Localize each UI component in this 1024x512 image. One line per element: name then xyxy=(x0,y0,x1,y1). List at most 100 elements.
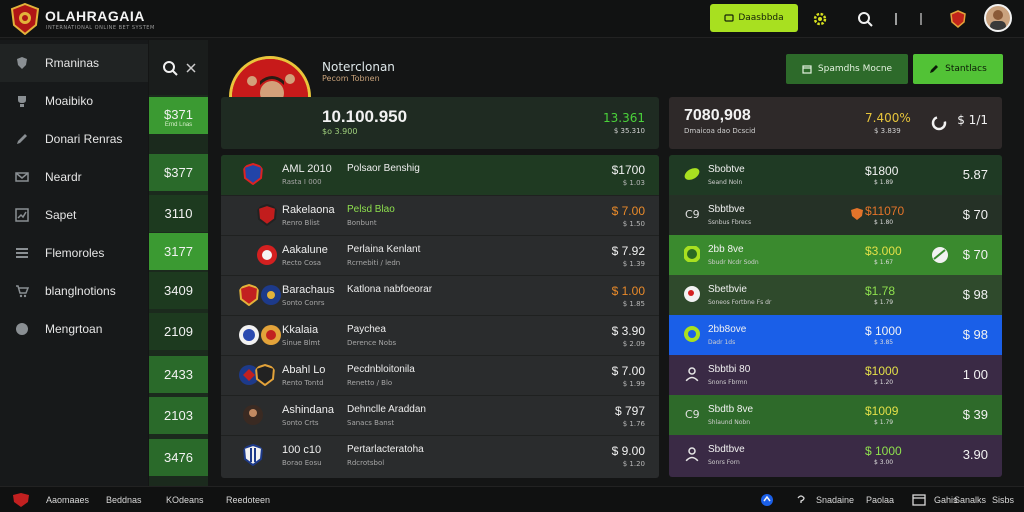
market-value[interactable]: $ 98 xyxy=(963,287,988,302)
calendar-icon[interactable] xyxy=(912,493,926,506)
footer-link[interactable]: Sanalks xyxy=(954,495,986,505)
sidebar-item-label: blanglnotions xyxy=(45,284,116,298)
match-odd[interactable]: $ 797 xyxy=(615,404,645,418)
market-odd[interactable]: $1000 xyxy=(865,364,898,378)
odds-cell[interactable]: $377 xyxy=(149,154,208,191)
sidebar-item-6[interactable]: Flemoroles xyxy=(0,234,148,272)
top-bar: OLAHRAGAIA INTERNATIONAL ONLINE BET SYST… xyxy=(0,0,1024,38)
refresh-icon[interactable] xyxy=(931,115,947,131)
user-avatar[interactable] xyxy=(984,4,1012,32)
help-icon[interactable] xyxy=(796,494,806,506)
market-odd[interactable]: $ 1000 xyxy=(865,444,902,458)
team-badge-icon xyxy=(238,284,260,306)
list-item[interactable]: C9 Sbdtb 8ve Shlaund Nobn $1009 $ 1.79 $… xyxy=(669,395,1002,435)
odds-cell[interactable]: 2103 xyxy=(149,397,208,434)
bell-icon[interactable] xyxy=(911,9,931,29)
table-row[interactable]: Kkalaia Sinue Blmt Paychea Derence Nobs … xyxy=(221,315,659,355)
ball-icon xyxy=(932,247,948,263)
sidebar-item-1[interactable]: Rmaninas xyxy=(0,44,148,82)
market-value[interactable]: $ 70 xyxy=(963,207,988,222)
list-icon xyxy=(16,248,28,258)
market-odd[interactable]: $1009 xyxy=(865,404,898,418)
top-action-button[interactable]: Daasbbda xyxy=(710,4,798,32)
odds-cell[interactable]: 3177 xyxy=(149,233,208,270)
table-row[interactable]: Aakalune Recto Cosa Perlaina Kenlant Rcr… xyxy=(221,235,659,275)
club-crest-icon[interactable] xyxy=(948,9,968,29)
market-value[interactable]: 1 00 xyxy=(963,367,988,382)
search-bar[interactable] xyxy=(149,40,208,95)
odds-cell[interactable]: 2109 xyxy=(149,313,208,350)
market-odd[interactable]: $ 1000 xyxy=(865,324,902,338)
table-row[interactable]: AML 2010 Rasta I 000 Polsaor Benshig $17… xyxy=(221,155,659,195)
list-item[interactable]: Sbdtbve Sonrs Forn $ 1000 $ 3.00 3.90 xyxy=(669,435,1002,477)
profile-name: Noterclonan xyxy=(322,60,395,74)
footer-link[interactable]: Beddnas xyxy=(106,495,142,505)
summary-sub: Dmaicoa dao Dcscid xyxy=(684,127,756,135)
list-item[interactable]: Sbobtve Seand Noln $1800 $ 1.89 5.87 xyxy=(669,155,1002,195)
match-odd[interactable]: $ 9.00 xyxy=(612,444,645,458)
market-odd[interactable]: $1800 xyxy=(865,164,898,178)
close-icon[interactable] xyxy=(185,62,196,73)
footer-link[interactable]: Snadaine xyxy=(816,495,854,505)
sidebar-item-label: Neardr xyxy=(45,170,82,184)
settings-gear-icon[interactable] xyxy=(810,9,830,29)
match-detail: Polsaor Benshig xyxy=(347,163,420,174)
balance-sub: $o 3.900 xyxy=(322,127,358,136)
market-value[interactable]: $ 98 xyxy=(963,327,988,342)
team-sub: Sinue Blmt xyxy=(282,339,321,347)
footer-link[interactable]: Aaomaaes xyxy=(46,495,89,505)
primary-action-button[interactable]: Stantlacs xyxy=(913,54,1003,84)
sidebar-item-4[interactable]: Neardr xyxy=(0,158,148,196)
table-row[interactable]: Barachaus Sonto Conrs Katlona nabfoeorar… xyxy=(221,275,659,315)
list-item[interactable]: Sbetbvie Soneos Fortbne Fs dr $1.78 $ 1.… xyxy=(669,275,1002,315)
sidebar-item-7[interactable]: blanglnotions xyxy=(0,272,148,310)
odds-cell[interactable]: 3476 xyxy=(149,439,208,476)
footer-link[interactable]: Reedoteen xyxy=(226,495,270,505)
table-row[interactable]: Rakelaona Renro Blist Pelsd Blao Bonbunt… xyxy=(221,195,659,235)
globe-icon xyxy=(16,323,28,335)
search-icon[interactable] xyxy=(855,9,875,29)
list-item[interactable]: C9 Sbbtbve Ssnbus Fbrecs $11070 $ 1.80 $… xyxy=(669,195,1002,235)
sidebar-item-5[interactable]: Sapet xyxy=(0,196,148,234)
footer-link[interactable]: KOdeans xyxy=(166,495,204,505)
odds-cell[interactable]: 3110 xyxy=(149,195,208,232)
match-odd[interactable]: $ 1.00 xyxy=(612,284,645,298)
footer-link[interactable]: Sisbs xyxy=(992,495,1014,505)
summary-percent-sub: $ 3.839 xyxy=(874,127,901,135)
odds-cell[interactable]: $371 Ernd Lnas xyxy=(149,97,208,134)
market-odd-sub: $ 1.89 xyxy=(874,179,894,186)
match-detail: Pertarlacteratoha xyxy=(347,444,424,455)
search-icon[interactable] xyxy=(162,60,178,76)
market-value[interactable]: $ 39 xyxy=(963,407,988,422)
sidebar-item-8[interactable]: Mengrtoan xyxy=(0,310,148,348)
market-sub: Sonrs Forn xyxy=(708,459,740,466)
market-value[interactable]: 5.87 xyxy=(963,167,988,182)
secondary-action-button[interactable]: Spamdhs Mocne xyxy=(786,54,908,84)
market-odd[interactable]: $3.000 xyxy=(865,244,902,258)
sidebar-item-2[interactable]: Moaibiko xyxy=(0,82,148,120)
table-row[interactable]: Ashindana Sonto Crts Dehnclle Araddan Sa… xyxy=(221,395,659,435)
match-odd[interactable]: $ 3.90 xyxy=(612,324,645,338)
shield-logo-icon[interactable] xyxy=(10,3,40,35)
table-row[interactable]: 100 c10 Borao Eosu Pertarlacteratoha Rdc… xyxy=(221,435,659,475)
market-odd[interactable]: $1.78 xyxy=(865,284,895,298)
list-item[interactable]: 2bb 8ve Sbudr Ncdr Sodn $3.000 $ 1.67 $ … xyxy=(669,235,1002,275)
odds-cell[interactable]: 3409 xyxy=(149,272,208,309)
odds-cell[interactable]: 2433 xyxy=(149,356,208,393)
match-odd[interactable]: $ 7.00 xyxy=(612,204,645,218)
market-odd[interactable]: $11070 xyxy=(865,204,904,218)
team-badge-icon xyxy=(261,325,281,345)
list-item[interactable]: Sbbtbi 80 Snons Fbrmn $1000 $ 1.20 1 00 xyxy=(669,355,1002,395)
match-odd[interactable]: $ 7.00 xyxy=(612,364,645,378)
shield-logo-icon[interactable] xyxy=(12,492,30,508)
footer-link[interactable]: Paolaa xyxy=(866,495,894,505)
match-odd[interactable]: $1700 xyxy=(612,163,645,177)
market-value[interactable]: $ 70 xyxy=(963,247,988,262)
table-row[interactable]: Abahl Lo Rento Tontd Pecdnbloitonila Ren… xyxy=(221,355,659,395)
bottom-bar: Aaomaaes Beddnas KOdeans Reedoteen Snada… xyxy=(0,486,1024,512)
list-item-selected[interactable]: 2bb8ove Dadr 1ds $ 1000 $ 3.85 $ 98 xyxy=(669,315,1002,355)
match-odd[interactable]: $ 7.92 xyxy=(612,244,645,258)
sidebar-item-3[interactable]: Donari Renras xyxy=(0,120,148,158)
market-value[interactable]: 3.90 xyxy=(963,447,988,462)
globe-icon[interactable] xyxy=(760,493,774,507)
